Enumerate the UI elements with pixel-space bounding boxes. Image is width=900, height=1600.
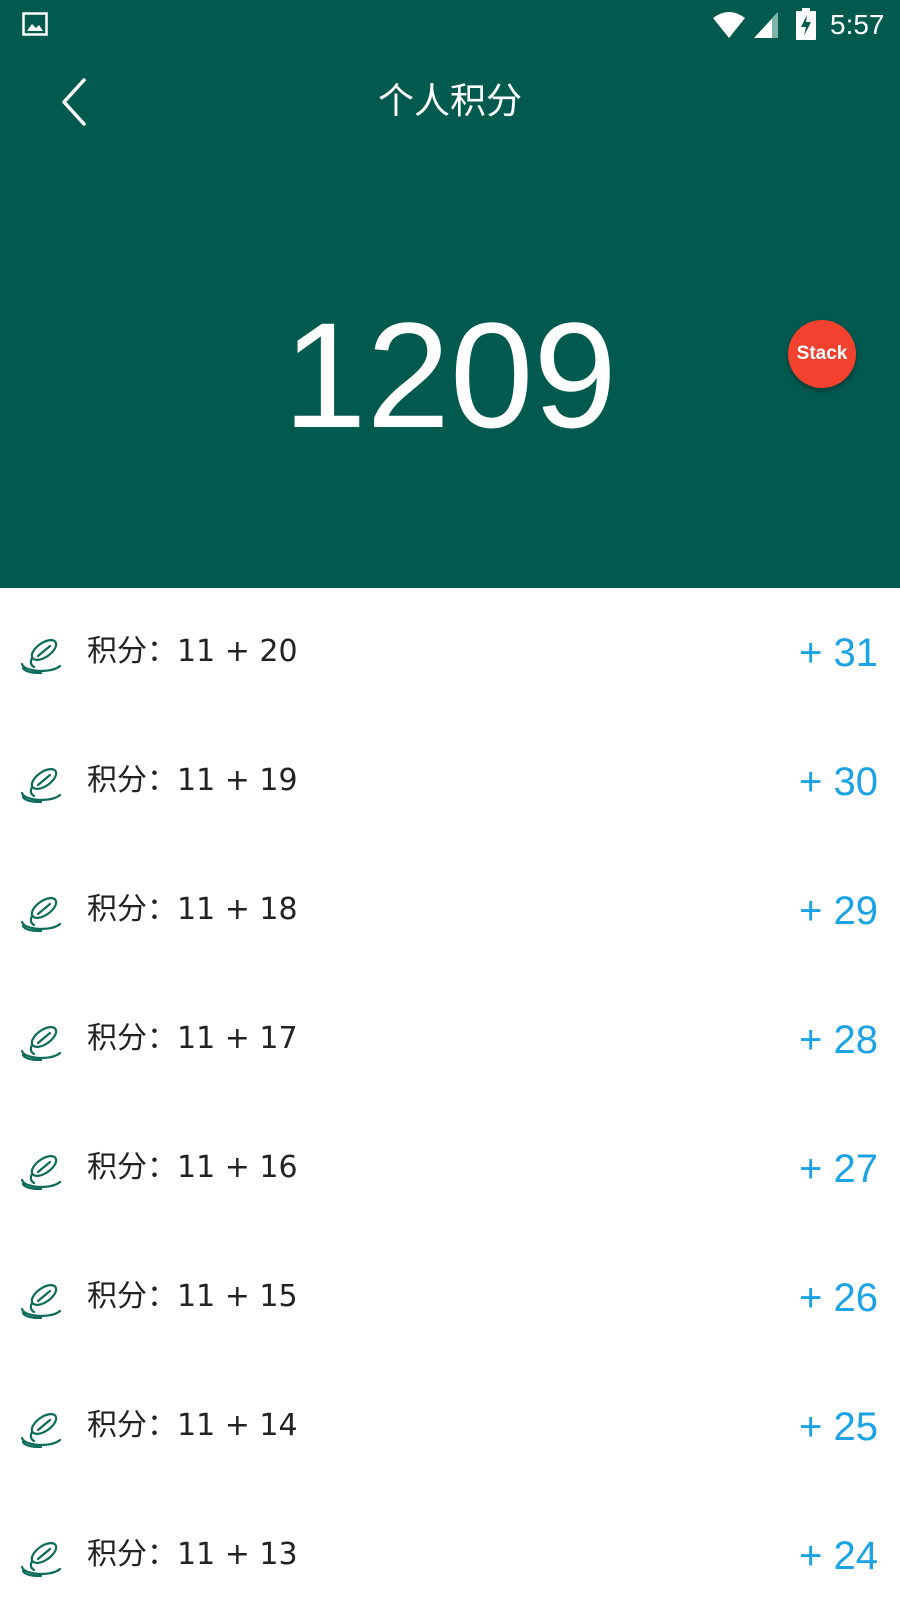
coins-icon	[20, 1155, 62, 1190]
coins-icon	[20, 1284, 62, 1319]
list-item-value: + 31	[799, 631, 878, 675]
list-item-value: + 26	[799, 1276, 878, 1320]
stack-button[interactable]: Stack	[788, 320, 856, 388]
list-item-label: 积分：11 + 16	[87, 1150, 298, 1185]
status-time: 5:57	[830, 9, 885, 40]
points-list: 积分：11 + 20 + 31 积分：11 + 19 + 30 积分：11 +	[0, 588, 900, 1600]
signal-icon	[754, 12, 778, 38]
list-item[interactable]: 积分：11 + 16 + 27	[0, 1104, 900, 1233]
status-bar: 5:57	[0, 0, 900, 50]
list-item-label: 积分：11 + 13	[87, 1537, 298, 1572]
list-item-value: + 27	[799, 1147, 878, 1191]
list-item-label: 积分：11 + 19	[87, 763, 298, 798]
list-item[interactable]: 积分：11 + 19 + 30	[0, 717, 900, 846]
coins-icon	[20, 1542, 62, 1577]
coins-icon	[20, 768, 62, 803]
list-item[interactable]: 积分：11 + 13 + 24	[0, 1491, 900, 1600]
list-item-label: 积分：11 + 18	[87, 892, 298, 927]
list-item-value: + 29	[799, 889, 878, 933]
gallery-icon	[22, 12, 48, 36]
coins-icon	[20, 639, 62, 674]
list-item-value: + 28	[799, 1018, 878, 1062]
battery-charging-icon	[796, 8, 816, 40]
chevron-left-icon	[62, 78, 86, 126]
list-item[interactable]: 积分：11 + 14 + 25	[0, 1362, 900, 1491]
list-item[interactable]: 积分：11 + 20 + 31	[0, 588, 900, 717]
coins-icon	[20, 897, 62, 932]
list-item-value: + 24	[799, 1534, 878, 1578]
wifi-icon	[713, 12, 745, 38]
list-item-label: 积分：11 + 14	[87, 1408, 298, 1443]
coins-icon	[20, 1413, 62, 1448]
total-score: 1209	[283, 291, 617, 459]
list-item[interactable]: 积分：11 + 17 + 28	[0, 975, 900, 1104]
list-item-value: + 25	[799, 1405, 878, 1449]
toolbar: 个人积分	[0, 50, 900, 154]
list-item-label: 积分：11 + 20	[87, 634, 298, 669]
back-button[interactable]	[50, 70, 106, 134]
list-item-label: 积分：11 + 15	[87, 1279, 298, 1314]
list-item-label: 积分：11 + 17	[87, 1021, 298, 1056]
header: 5:57 个人积分 1209 Stack	[0, 0, 900, 588]
coins-icon	[20, 1026, 62, 1061]
page-title: 个人积分	[377, 81, 522, 122]
list-item[interactable]: 积分：11 + 15 + 26	[0, 1233, 900, 1362]
list-item[interactable]: 积分：11 + 18 + 29	[0, 846, 900, 975]
list-item-value: + 30	[799, 760, 878, 804]
